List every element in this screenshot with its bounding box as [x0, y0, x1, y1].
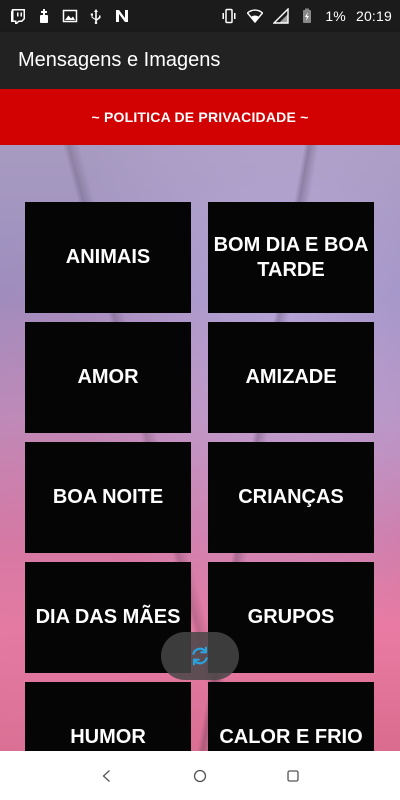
app-title: Mensagens e Imagens	[18, 49, 221, 71]
battery-charging-icon	[299, 8, 315, 24]
home-icon	[192, 768, 208, 784]
vibrate-icon	[221, 8, 237, 24]
clock: 20:19	[355, 8, 392, 24]
category-label: GRUPOS	[247, 606, 335, 628]
refresh-button[interactable]	[161, 632, 239, 680]
home-button[interactable]	[188, 764, 212, 788]
category-label: CRIANÇAS	[238, 486, 344, 508]
signal-icon	[273, 8, 290, 24]
status-right-icons: 1% 20:19	[221, 8, 392, 24]
twitch-icon	[10, 8, 26, 24]
usb-icon	[88, 8, 104, 24]
category-label: DIA DAS MÃES	[35, 606, 181, 628]
n-app-icon	[114, 8, 130, 24]
battery-percent: 1%	[325, 8, 346, 24]
category-tile-bom-dia-e-boa-tarde[interactable]: BOM DIA E BOA TARDE	[208, 202, 374, 313]
refresh-icon	[189, 645, 211, 667]
privacy-policy-button[interactable]: ~ POLITICA DE PRIVACIDADE ~	[0, 89, 400, 145]
category-label: AMOR	[77, 366, 139, 388]
category-label: HUMOR	[70, 726, 146, 748]
back-icon	[99, 768, 115, 784]
category-tile-amizade[interactable]: AMIZADE	[208, 322, 374, 433]
privacy-policy-label: ~ POLITICA DE PRIVACIDADE ~	[91, 109, 309, 125]
wifi-icon	[247, 8, 264, 24]
back-button[interactable]	[95, 764, 119, 788]
status-left-icons	[10, 8, 130, 24]
category-tile-animais[interactable]: ANIMAIS	[25, 202, 191, 313]
image-icon	[62, 8, 78, 24]
usb-debug-icon	[36, 8, 52, 24]
category-label: BOA NOITE	[52, 486, 164, 508]
category-label: ANIMAIS	[65, 246, 151, 268]
app-bar: Mensagens e Imagens	[0, 32, 400, 89]
category-tile-humor[interactable]: HUMOR	[25, 682, 191, 751]
category-tile-calor-e-frio[interactable]: CALOR E FRIO	[208, 682, 374, 751]
recents-button[interactable]	[281, 764, 305, 788]
recents-icon	[285, 768, 301, 784]
navigation-bar	[0, 751, 400, 800]
category-label: BOM DIA E BOA TARDE	[213, 233, 369, 281]
category-tile-criancas[interactable]: CRIANÇAS	[208, 442, 374, 553]
category-label: CALOR E FRIO	[219, 726, 363, 748]
category-label: AMIZADE	[245, 366, 337, 388]
status-bar: 1% 20:19	[0, 0, 400, 32]
category-tile-boa-noite[interactable]: BOA NOITE	[25, 442, 191, 553]
category-tile-amor[interactable]: AMOR	[25, 322, 191, 433]
